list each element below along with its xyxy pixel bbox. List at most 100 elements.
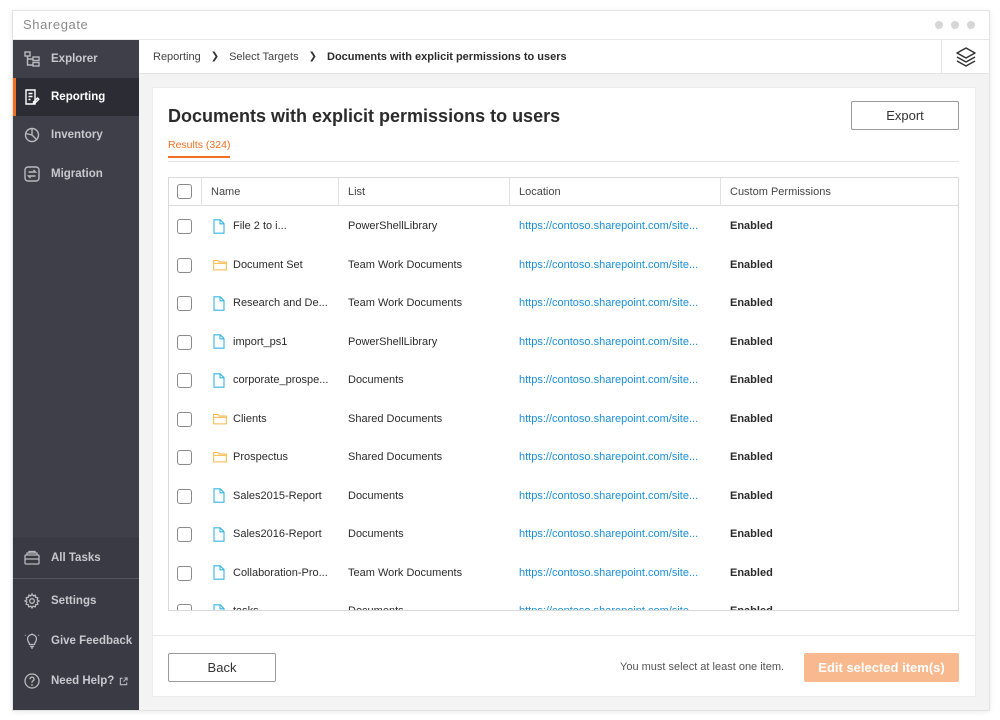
table-row[interactable]: File 2 to i... PowerShellLibrary https://c…	[169, 207, 958, 246]
breadcrumb-item-reporting[interactable]: Reporting	[153, 51, 201, 63]
cell-custom-permissions: Enabled	[730, 412, 773, 425]
table-row[interactable]: Sales2016-Report Documents https://contoso…	[169, 515, 958, 554]
cell-custom-permissions: Enabled	[730, 605, 773, 611]
gear-icon	[23, 592, 41, 610]
table-row[interactable]: Sales2015-Report Documents https://contoso…	[169, 477, 958, 516]
cell-location-link[interactable]: https://contoso.sharepoint.com/site...	[510, 592, 721, 610]
cell-list: PowerShellLibrary	[348, 220, 438, 232]
sidebar-divider	[13, 578, 139, 579]
cell-name: import_ps1	[202, 323, 339, 362]
cell-name-text: Prospectus	[233, 451, 289, 463]
row-checkbox[interactable]	[177, 296, 192, 311]
cell-list: Team Work Documents	[348, 258, 463, 271]
sidebar-item-label: Migration	[51, 168, 103, 180]
sidebar-item-migration[interactable]: Migration	[13, 155, 139, 193]
cell-list: Documents	[348, 528, 404, 540]
cell-name-text: Sales2016-Report	[233, 528, 322, 540]
cell-list: Shared Documents	[348, 451, 443, 463]
sidebar-item-reporting[interactable]: Reporting	[13, 78, 139, 116]
cell-location-link[interactable]: https://contoso.sharepoint.com/site...	[510, 284, 721, 323]
cell-location-link[interactable]: https://contoso.sharepoint.com/site...	[510, 246, 721, 285]
sidebar-item-give-feedback[interactable]: Give Feedback	[13, 622, 139, 660]
column-header-location[interactable]: Location	[510, 178, 721, 206]
tab-divider	[168, 161, 959, 162]
cell-location-link[interactable]: https://contoso.sharepoint.com/site...	[510, 323, 721, 362]
file-icon	[213, 372, 227, 388]
file-icon	[213, 334, 227, 350]
folder-icon	[213, 257, 227, 273]
cell-name: Sales2015-Report	[202, 477, 339, 516]
back-button[interactable]: Back	[168, 653, 276, 682]
table-row[interactable]: Document Set Team Work Documents https://c…	[169, 246, 958, 285]
cell-name: Clients	[202, 400, 339, 439]
file-icon	[213, 218, 227, 234]
row-checkbox[interactable]	[177, 604, 192, 610]
cell-custom-permissions: Enabled	[730, 220, 773, 232]
sidebar-item-all-tasks[interactable]: All Tasks	[13, 537, 139, 578]
sidebar-item-need-help[interactable]: Need Help?	[13, 662, 139, 700]
row-checkbox[interactable]	[177, 450, 192, 465]
cell-name: Research and De...	[202, 284, 339, 323]
window-dot-icon[interactable]	[935, 21, 943, 29]
cell-location-link[interactable]: https://contoso.sharepoint.com/site...	[510, 361, 721, 400]
table-row[interactable]: corporate_prospe... Documents https://cont…	[169, 361, 958, 400]
tab-results[interactable]: Results (324)	[168, 139, 231, 158]
table-row[interactable]: Collaboration-Pro... Team Work Documents h…	[169, 554, 958, 593]
cell-location-link[interactable]: https://contoso.sharepoint.com/site...	[510, 515, 721, 554]
results-table: Name List Location Custom Permissions Fi…	[168, 177, 959, 611]
cell-name: File 2 to i...	[202, 207, 339, 246]
row-checkbox[interactable]	[177, 411, 192, 427]
table-row[interactable]: tasks Documents https://contoso.sharepoint…	[169, 592, 958, 611]
cell-name: corporate_prospe...	[202, 361, 339, 400]
row-checkbox[interactable]	[177, 527, 192, 542]
cell-name: Sales2016-Report	[202, 515, 339, 554]
chevron-right-icon: ❯	[308, 51, 317, 62]
window-controls	[935, 21, 975, 29]
main-area: Reporting ❯ Select Targets ❯ Documents w…	[139, 40, 989, 710]
row-checkbox[interactable]	[177, 257, 192, 273]
cell-list: Team Work Documents	[348, 566, 463, 579]
selection-helper-text: You must select at least one item.	[620, 661, 785, 673]
cell-location-link[interactable]: https://contoso.sharepoint.com/site...	[510, 207, 721, 246]
sidebar-item-explorer[interactable]: Explorer	[13, 40, 139, 78]
row-checkbox[interactable]	[177, 488, 192, 504]
select-all-cell	[169, 178, 202, 206]
cell-list: Shared Documents	[348, 412, 443, 425]
cell-name-text: Collaboration-Pro...	[233, 566, 328, 579]
cell-location-link[interactable]: https://contoso.sharepoint.com/site...	[510, 400, 721, 439]
layers-icon	[955, 46, 977, 68]
table-row[interactable]: Prospectus Shared Documents https://contos…	[169, 438, 958, 477]
cell-name-text: Document Set	[233, 258, 303, 271]
layers-button[interactable]	[941, 40, 989, 74]
table-row[interactable]: Clients Shared Documents https://contoso.s…	[169, 400, 958, 439]
cell-location-link[interactable]: https://contoso.sharepoint.com/site...	[510, 477, 721, 516]
cell-location-link[interactable]: https://contoso.sharepoint.com/site...	[510, 554, 721, 593]
select-all-checkbox[interactable]	[177, 184, 192, 199]
report-icon	[23, 88, 41, 106]
file-icon	[213, 526, 227, 542]
window-dot-icon[interactable]	[967, 21, 975, 29]
breadcrumb-item-select-targets[interactable]: Select Targets	[229, 51, 299, 63]
table-row[interactable]: import_ps1 PowerShellLibrary https://conto…	[169, 323, 958, 362]
folder-icon	[213, 449, 227, 465]
row-checkbox[interactable]	[177, 373, 192, 388]
edit-selected-button[interactable]: Edit selected item(s)	[804, 653, 959, 682]
table-row[interactable]: Research and De... Team Work Documents htt…	[169, 284, 958, 323]
column-header-custom-permissions[interactable]: Custom Permissions	[721, 178, 958, 206]
breadcrumb-item-current: Documents with explicit permissions to u…	[327, 50, 567, 63]
sidebar-item-inventory[interactable]: Inventory	[13, 116, 139, 154]
row-checkbox[interactable]	[177, 565, 192, 581]
column-header-name[interactable]: Name	[202, 178, 339, 206]
sidebar: Explorer Reporting Inventory Migration A…	[13, 40, 139, 710]
lightbulb-icon	[23, 632, 41, 650]
sidebar-item-settings[interactable]: Settings	[13, 582, 139, 620]
row-checkbox[interactable]	[177, 334, 192, 350]
column-header-list[interactable]: List	[339, 178, 510, 206]
sidebar-item-label: All Tasks	[51, 551, 101, 564]
window-dot-icon[interactable]	[951, 21, 959, 29]
export-button[interactable]: Export	[851, 101, 959, 130]
sidebar-item-label: Inventory	[51, 129, 103, 141]
file-icon	[213, 295, 227, 311]
row-checkbox[interactable]	[177, 219, 192, 234]
cell-location-link[interactable]: https://contoso.sharepoint.com/site...	[510, 438, 721, 477]
